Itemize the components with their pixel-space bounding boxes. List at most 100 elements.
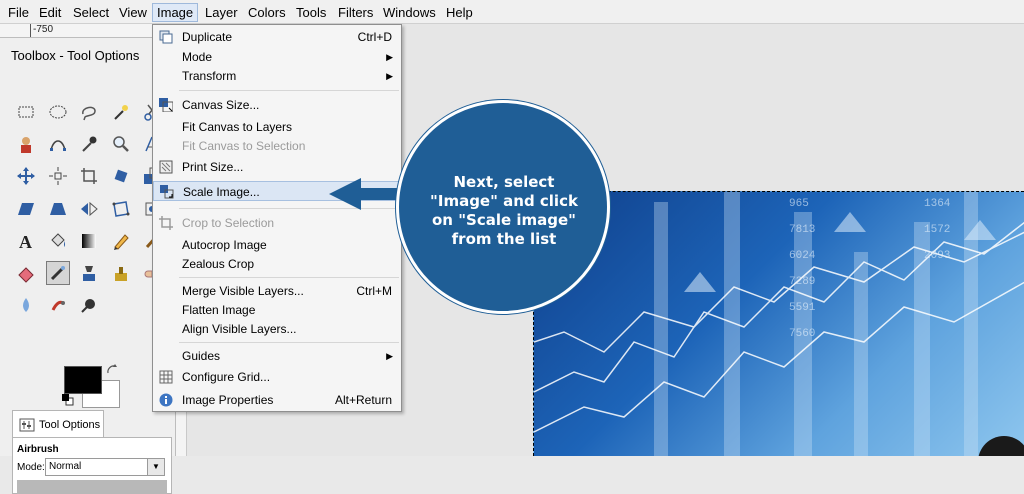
menu-item-label: Autocrop Image [182, 238, 267, 252]
toolbox-panel: Toolbox - Tool Options A Tool Options Ai… [0, 38, 176, 494]
callout-line: on "Scale image" [432, 211, 576, 229]
image-menu-dropdown: Duplicate Ctrl+D Mode ▶ Transform ▶ Canv… [152, 24, 402, 412]
menu-item-label: Scale Image... [183, 185, 260, 199]
menu-item-label: Print Size... [182, 160, 244, 174]
menu-item-align-visible-layers[interactable]: Align Visible Layers... [153, 319, 401, 339]
toolbox-title: Toolbox - Tool Options [11, 48, 140, 63]
menu-filters[interactable]: Filters [334, 4, 377, 21]
menu-layer[interactable]: Layer [201, 4, 242, 21]
menu-item-image-properties[interactable]: Image Properties Alt+Return [153, 390, 401, 410]
ellipse-select-icon[interactable] [46, 100, 70, 124]
airbrush-icon[interactable] [45, 261, 70, 285]
duplicate-icon [159, 30, 173, 44]
menu-item-transform[interactable]: Transform ▶ [153, 66, 401, 86]
menu-item-label: Configure Grid... [182, 370, 271, 384]
opacity-slider[interactable] [17, 480, 167, 494]
menu-separator [179, 342, 399, 343]
menu-item-label: Flatten Image [182, 303, 256, 317]
shear-icon[interactable] [14, 197, 38, 221]
menu-item-zealous-crop[interactable]: Zealous Crop [153, 254, 401, 274]
menu-item-label: Crop to Selection [182, 216, 275, 230]
svg-text:1572: 1572 [924, 224, 950, 236]
menu-item-label: Fit Canvas to Selection [182, 139, 306, 153]
menu-item-mode[interactable]: Mode ▶ [153, 47, 401, 67]
tab-tool-options-label: Tool Options [39, 418, 101, 431]
menu-item-print-size[interactable]: Print Size... [153, 157, 401, 177]
ink-icon[interactable] [77, 261, 101, 285]
bucket-fill-icon[interactable] [46, 229, 70, 253]
tab-tool-options[interactable]: Tool Options [12, 410, 104, 438]
menu-file[interactable]: File [4, 4, 33, 21]
rotate-icon[interactable] [109, 164, 133, 188]
svg-text:6024: 6024 [789, 250, 816, 262]
dodge-burn-icon[interactable] [77, 293, 101, 317]
menu-item-autocrop-image[interactable]: Autocrop Image [153, 235, 401, 255]
menu-item-label: Fit Canvas to Layers [182, 120, 293, 134]
clone-icon[interactable] [109, 261, 133, 285]
tool-options-panel: Airbrush Mode: Normal ▼ [12, 437, 172, 494]
paths-icon[interactable] [46, 132, 70, 156]
mode-select[interactable]: Normal ▼ [45, 458, 165, 476]
shortcut-label: Ctrl+M [356, 284, 392, 298]
fuzzy-select-icon[interactable] [109, 100, 133, 124]
shortcut-label: Ctrl+D [357, 30, 392, 44]
menu-item-canvas-size[interactable]: Canvas Size... [153, 95, 401, 115]
menu-item-label: Transform [182, 69, 237, 83]
menu-item-crop-to-selection[interactable]: Crop to Selection [153, 213, 401, 233]
gradient-icon[interactable] [77, 229, 101, 253]
color-picker-icon[interactable] [77, 132, 101, 156]
align-icon[interactable] [46, 164, 70, 188]
smudge-icon[interactable] [46, 293, 70, 317]
menu-view[interactable]: View [115, 4, 151, 21]
lasso-icon[interactable] [77, 100, 101, 124]
submenu-arrow-icon: ▶ [386, 71, 393, 81]
svg-text:2093: 2093 [924, 250, 950, 262]
foreground-color-swatch[interactable] [64, 366, 102, 394]
eraser-icon[interactable] [14, 261, 38, 285]
menu-item-flatten-image[interactable]: Flatten Image [153, 300, 401, 320]
crop-tool-icon[interactable] [77, 164, 101, 188]
menu-item-fit-canvas-to-selection[interactable]: Fit Canvas to Selection [153, 136, 401, 156]
menu-image[interactable]: Image [152, 3, 199, 22]
move-icon[interactable] [14, 164, 38, 188]
menu-item-guides[interactable]: Guides ▶ [153, 346, 401, 366]
text-icon[interactable]: A [14, 229, 38, 253]
svg-text:5591: 5591 [789, 302, 816, 314]
rect-select-icon[interactable] [14, 100, 38, 124]
menu-item-label: Image Properties [182, 393, 274, 407]
menu-item-fit-canvas-to-layers[interactable]: Fit Canvas to Layers [153, 117, 401, 137]
menu-item-configure-grid[interactable]: Configure Grid... [153, 367, 401, 387]
menu-item-label: Align Visible Layers... [182, 322, 297, 336]
chevron-down-icon[interactable]: ▼ [147, 459, 164, 475]
menu-item-label: Zealous Crop [182, 257, 255, 271]
ruler-label: -750 [33, 24, 54, 35]
menu-help[interactable]: Help [442, 4, 477, 21]
color-selector[interactable] [62, 364, 122, 408]
menubar: File Edit Select View Image Layer Colors… [0, 0, 1024, 24]
cage-icon[interactable] [109, 197, 133, 221]
shortcut-label: Alt+Return [334, 393, 392, 407]
canvas-size-icon [159, 98, 173, 112]
menu-windows[interactable]: Windows [379, 4, 440, 21]
pencil-icon[interactable] [109, 229, 133, 253]
menu-item-label: Duplicate [182, 30, 233, 44]
foreground-select-icon[interactable] [14, 132, 38, 156]
callout-line: "Image" and click [430, 192, 578, 210]
zoom-icon[interactable] [109, 132, 133, 156]
menu-colors[interactable]: Colors [244, 4, 290, 21]
default-colors-icon[interactable] [62, 394, 74, 406]
menu-edit[interactable]: Edit [35, 4, 65, 21]
blur-icon[interactable] [14, 293, 38, 317]
perspective-icon[interactable] [46, 197, 70, 221]
menu-tools[interactable]: Tools [292, 4, 330, 21]
info-icon [159, 393, 173, 407]
menu-item-duplicate[interactable]: Duplicate Ctrl+D [153, 27, 401, 47]
menu-select[interactable]: Select [69, 4, 113, 21]
menu-item-merge-visible-layers[interactable]: Merge Visible Layers... Ctrl+M [153, 281, 401, 301]
ruler-tick [30, 24, 31, 37]
menu-item-label: Guides [182, 349, 221, 363]
svg-text:1364: 1364 [924, 198, 951, 210]
svg-text:965: 965 [789, 198, 809, 210]
flip-icon[interactable] [77, 197, 101, 221]
swap-colors-icon[interactable] [106, 364, 118, 376]
